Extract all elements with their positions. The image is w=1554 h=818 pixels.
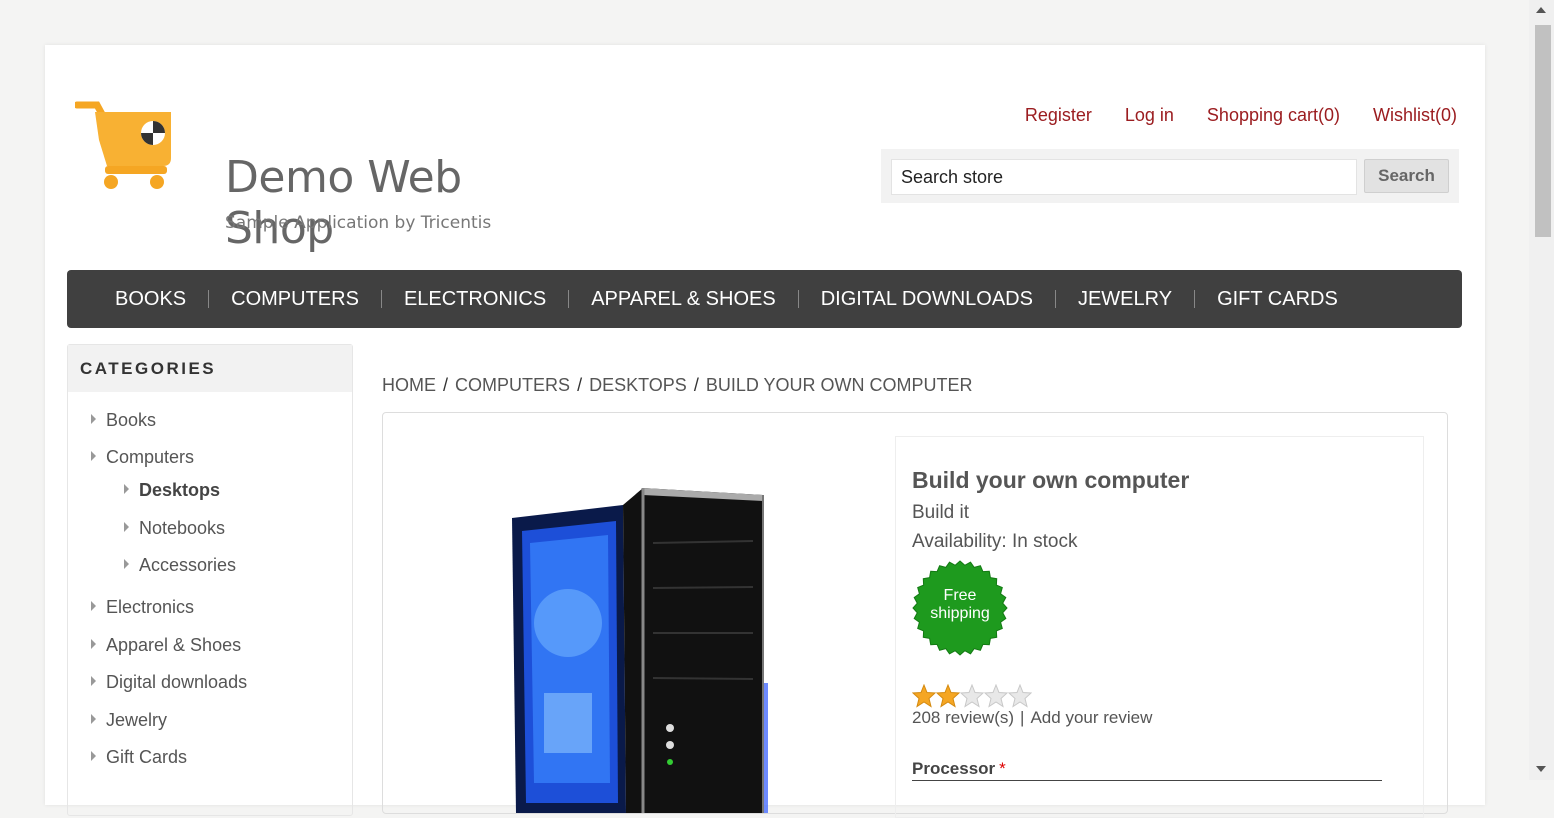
scroll-down-arrow-icon[interactable] (1536, 766, 1546, 772)
site-logo[interactable]: Demo Web Shop Sample Application by Tric… (75, 100, 535, 254)
breadcrumb-separator: / (577, 375, 583, 395)
star-empty-icon (984, 684, 1008, 708)
category-digital-downloads[interactable]: Digital downloads (91, 672, 247, 693)
category-electronics[interactable]: Electronics (91, 597, 194, 618)
category-label: Jewelry (106, 710, 168, 730)
product-details: Build your own computer Build it Availab… (382, 412, 1448, 818)
star-filled-icon (912, 684, 936, 708)
header-links: Register Log in Shopping cart(0) Wishlis… (1025, 105, 1457, 126)
logo-subtitle: Sample Application by Tricentis (225, 213, 492, 233)
category-notebooks[interactable]: Notebooks (124, 518, 225, 539)
logo-title: Demo Web Shop (225, 152, 462, 254)
nav-books[interactable]: BOOKS (93, 288, 208, 311)
scroll-thumb[interactable] (1535, 25, 1551, 237)
processor-label: Processor * (912, 759, 1006, 779)
triangle-right-icon (91, 714, 96, 725)
search-input[interactable]: Search store (891, 159, 1357, 195)
nav-computers[interactable]: COMPUTERS (209, 288, 381, 311)
breadcrumb-separator: / (443, 375, 449, 395)
breadcrumb-desktops[interactable]: DESKTOPS (589, 375, 687, 395)
search-box: Search store Search (881, 149, 1459, 203)
processor-select[interactable] (912, 780, 1382, 781)
categories-title: CATEGORIES (68, 345, 352, 392)
triangle-right-icon (91, 601, 96, 612)
nav-digital-downloads[interactable]: DIGITAL DOWNLOADS (799, 288, 1055, 311)
scroll-up-arrow-icon[interactable] (1536, 7, 1546, 13)
category-label: Accessories (139, 555, 237, 575)
category-desktops[interactable]: Desktops (124, 480, 220, 501)
triangle-right-icon (124, 484, 129, 495)
register-link[interactable]: Register (1025, 105, 1092, 126)
triangle-right-icon (91, 414, 96, 425)
breadcrumb: HOME / COMPUTERS / DESKTOPS / BUILD YOUR… (382, 375, 973, 396)
star-empty-icon (1008, 684, 1032, 708)
reviews-row: 208 review(s) | Add your review (912, 708, 1152, 728)
nav-gift-cards[interactable]: GIFT CARDS (1195, 288, 1360, 311)
free-shipping-label: Free shipping (930, 587, 990, 622)
product-availability: Availability: In stock (912, 531, 1078, 552)
product-overview: Build your own computer Build it Availab… (895, 436, 1424, 818)
rating-stars (912, 684, 1032, 708)
category-label: Desktops (139, 480, 221, 500)
page-container: Demo Web Shop Sample Application by Tric… (45, 45, 1485, 818)
category-computers[interactable]: Computers (91, 447, 194, 468)
wishlist-link[interactable]: Wishlist(0) (1373, 105, 1457, 126)
reviews-count-link[interactable]: 208 review(s) (912, 708, 1014, 727)
shopping-cart-logo-icon (75, 101, 171, 189)
nav-electronics[interactable]: ELECTRONICS (382, 288, 568, 311)
product-image[interactable] (508, 483, 768, 813)
required-mark: * (999, 759, 1006, 778)
nav-apparel-shoes[interactable]: APPAREL & SHOES (569, 288, 798, 311)
nav-jewelry[interactable]: JEWELRY (1056, 288, 1194, 311)
category-label: Apparel & Shoes (106, 635, 242, 655)
product-short-description: Build it (912, 502, 970, 523)
processor-label-text: Processor (912, 759, 996, 778)
product-name: Build your own computer (912, 467, 1190, 493)
category-label: Electronics (106, 597, 195, 617)
top-menu: BOOKS COMPUTERS ELECTRONICS APPAREL & SH… (67, 270, 1462, 328)
category-label: Computers (106, 447, 195, 467)
category-apparel-shoes[interactable]: Apparel & Shoes (91, 635, 241, 656)
category-accessories[interactable]: Accessories (124, 555, 236, 576)
star-filled-icon (936, 684, 960, 708)
triangle-right-icon (91, 451, 96, 462)
triangle-right-icon (91, 639, 96, 650)
breadcrumb-separator: / (693, 375, 699, 395)
search-button[interactable]: Search (1364, 159, 1449, 193)
category-label: Digital downloads (106, 672, 248, 692)
triangle-right-icon (91, 676, 96, 687)
category-label: Books (106, 410, 157, 430)
breadcrumb-home[interactable]: HOME (382, 375, 436, 395)
breadcrumb-computers[interactable]: COMPUTERS (455, 375, 570, 395)
shopping-cart-link[interactable]: Shopping cart(0) (1207, 105, 1340, 126)
login-link[interactable]: Log in (1125, 105, 1174, 126)
add-review-link[interactable]: Add your review (1030, 708, 1152, 727)
reviews-separator: | (1020, 708, 1025, 727)
categories-block: CATEGORIES Books Computers Desktops Note… (67, 344, 353, 816)
triangle-right-icon (124, 522, 129, 533)
category-label: Notebooks (139, 518, 226, 538)
category-label: Gift Cards (106, 747, 188, 767)
category-jewelry[interactable]: Jewelry (91, 710, 167, 731)
star-empty-icon (960, 684, 984, 708)
category-gift-cards[interactable]: Gift Cards (91, 747, 187, 768)
triangle-right-icon (124, 559, 129, 570)
vertical-scrollbar[interactable] (1529, 0, 1554, 780)
triangle-right-icon (91, 751, 96, 762)
category-books[interactable]: Books (91, 410, 156, 431)
breadcrumb-current: BUILD YOUR OWN COMPUTER (705, 375, 973, 395)
